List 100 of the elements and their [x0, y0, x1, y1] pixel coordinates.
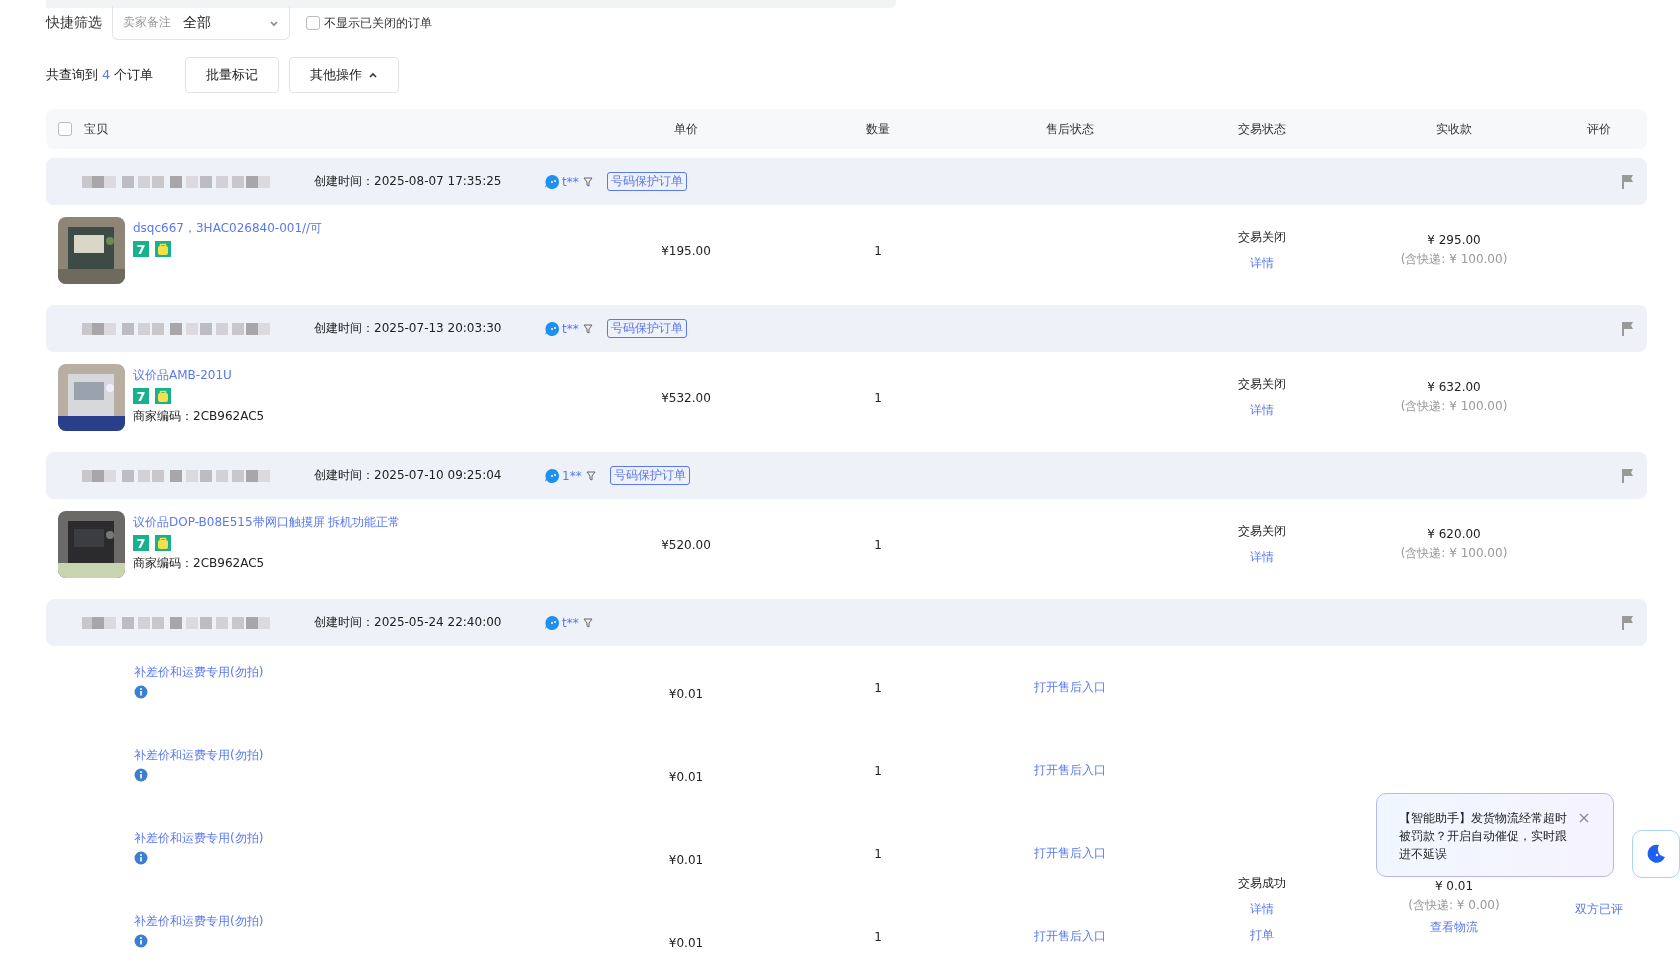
review-status[interactable]: 双方已评 [1574, 901, 1623, 918]
popup-text: 【智能助手】发货物流经常超时被罚款？开启自动催促，实时跟进不延误 [1399, 810, 1568, 863]
moon-face-icon [1645, 843, 1667, 865]
checkbox-label: 不显示已关闭的订单 [324, 14, 432, 32]
column-header: 售后状态 [1045, 120, 1095, 138]
order-action-link[interactable]: 详情 [1250, 402, 1274, 419]
item-title[interactable]: 补差价和运费专用(勿拍) [134, 664, 264, 681]
other-actions-button[interactable]: 其他操作 [289, 57, 400, 93]
flag-icon[interactable] [1621, 321, 1635, 336]
remark-select[interactable]: 卖家备注 全部 [112, 6, 290, 40]
created-time: 创建时间：2025-08-07 17:35:25 [314, 173, 503, 190]
created-time: 创建时间：2025-07-10 09:25:04 [314, 467, 503, 484]
unit-price: ¥0.01 [668, 935, 704, 950]
quantity: 1 [874, 243, 882, 258]
trade-status: 交易成功 [1238, 875, 1286, 892]
quantity: 1 [874, 929, 882, 944]
checkbox[interactable] [58, 122, 72, 136]
column-header: 评价 [1585, 120, 1612, 138]
shipping-fee: (含快递: ¥ 0.00) [1408, 897, 1500, 914]
item-title[interactable]: dsqc667，3HAC026840-001//可 [133, 220, 323, 237]
order-action-link[interactable]: 详情 [1250, 255, 1274, 272]
column-header: 数量 [865, 120, 891, 138]
filter-icon[interactable] [582, 617, 593, 628]
filter-icon[interactable] [585, 470, 596, 481]
item-title[interactable]: 议价品AMB-201U [133, 367, 265, 384]
order-action-link[interactable]: 详情 [1250, 901, 1274, 918]
quantity: 1 [874, 680, 882, 695]
shopping-bag-icon [155, 241, 171, 257]
assistant-button[interactable] [1632, 830, 1680, 878]
unit-price: ¥532.00 [661, 390, 711, 405]
quantity: 1 [874, 846, 882, 861]
filter-icon[interactable] [582, 176, 593, 187]
buyer-name[interactable]: t** [562, 321, 579, 336]
after-sale-link[interactable]: 打开售后入口 [1034, 845, 1106, 862]
shipping-fee: (含快递: ¥ 100.00) [1400, 251, 1508, 268]
quantity: 1 [874, 390, 882, 405]
merchant-code: 商家编码：2CB962AC5 [133, 408, 265, 425]
seven-day-badge: 7 [133, 388, 149, 404]
seven-day-badge: 7 [133, 241, 149, 257]
info-icon[interactable] [134, 851, 148, 865]
amount-received: ¥ 0.01 [1434, 879, 1474, 893]
info-icon[interactable] [134, 934, 148, 948]
info-icon[interactable] [134, 685, 148, 699]
flag-icon[interactable] [1621, 615, 1635, 630]
filter-icon[interactable] [582, 323, 593, 334]
chat-bubble-icon [544, 467, 560, 484]
unit-price: ¥0.01 [668, 852, 704, 867]
batch-mark-button[interactable]: 批量标记 [185, 57, 280, 93]
unit-price: ¥0.01 [668, 686, 704, 701]
item-title[interactable]: 补差价和运费专用(勿拍) [134, 747, 264, 764]
unit-price: ¥520.00 [661, 537, 711, 552]
unit-price: ¥195.00 [661, 243, 711, 258]
column-header: 交易状态 [1237, 120, 1287, 138]
created-time: 创建时间：2025-07-13 20:03:30 [314, 320, 503, 337]
logistics-link[interactable]: 查看物流 [1430, 919, 1478, 936]
flag-icon[interactable] [1621, 174, 1635, 189]
trade-status: 交易关闭 [1238, 376, 1286, 393]
seven-day-badge: 7 [133, 535, 149, 551]
quantity: 1 [874, 763, 882, 778]
chat-bubble-icon [544, 320, 560, 337]
unit-price: ¥0.01 [668, 769, 704, 784]
shopping-bag-icon [155, 535, 171, 551]
column-header: 宝贝 [84, 120, 108, 138]
order-tag: 号码保护订单 [609, 466, 690, 485]
checkbox[interactable] [306, 16, 320, 30]
scrollbar[interactable] [46, 0, 896, 8]
flag-icon[interactable] [1621, 468, 1635, 483]
amount-received: ¥ 632.00 [1427, 380, 1481, 394]
quantity: 1 [874, 537, 882, 552]
order-tag: 号码保护订单 [606, 319, 687, 338]
after-sale-link[interactable]: 打开售后入口 [1034, 762, 1106, 779]
info-icon[interactable] [134, 768, 148, 782]
amount-received: ¥ 295.00 [1427, 233, 1481, 247]
item-title[interactable]: 补差价和运费专用(勿拍) [134, 913, 264, 930]
shipping-fee: (含快递: ¥ 100.00) [1400, 545, 1508, 562]
trade-status: 交易关闭 [1238, 229, 1286, 246]
order-count-text: 共查询到 4 个订单 [46, 66, 154, 84]
item-title[interactable]: 议价品DOP-B08E515带网口触摸屏 拆机功能正常 [133, 514, 401, 531]
created-time: 创建时间：2025-05-24 22:40:00 [314, 614, 503, 631]
column-header: 单价 [673, 120, 699, 138]
merchant-code: 商家编码：2CB962AC5 [133, 555, 266, 572]
amount-received: ¥ 620.00 [1427, 527, 1481, 541]
chat-bubble-icon [544, 173, 560, 190]
shopping-bag-icon [155, 388, 171, 404]
order-tag: 号码保护订单 [606, 172, 687, 191]
buyer-name[interactable]: t** [562, 615, 579, 630]
buyer-name[interactable]: 1** [562, 468, 582, 483]
shipping-fee: (含快递: ¥ 100.00) [1400, 398, 1508, 415]
order-action-link[interactable]: 打单 [1250, 927, 1274, 944]
order-action-link[interactable]: 详情 [1250, 549, 1274, 566]
buyer-name[interactable]: t** [562, 174, 579, 189]
item-title[interactable]: 补差价和运费专用(勿拍) [134, 830, 264, 847]
after-sale-link[interactable]: 打开售后入口 [1034, 679, 1106, 696]
filter-label: 快捷筛选 [46, 14, 102, 32]
close-icon[interactable] [1579, 813, 1589, 823]
chat-bubble-icon [544, 614, 560, 631]
column-header: 实收款 [1435, 120, 1473, 138]
caret-icon [368, 70, 379, 80]
after-sale-link[interactable]: 打开售后入口 [1034, 928, 1106, 945]
trade-status: 交易关闭 [1238, 523, 1286, 540]
